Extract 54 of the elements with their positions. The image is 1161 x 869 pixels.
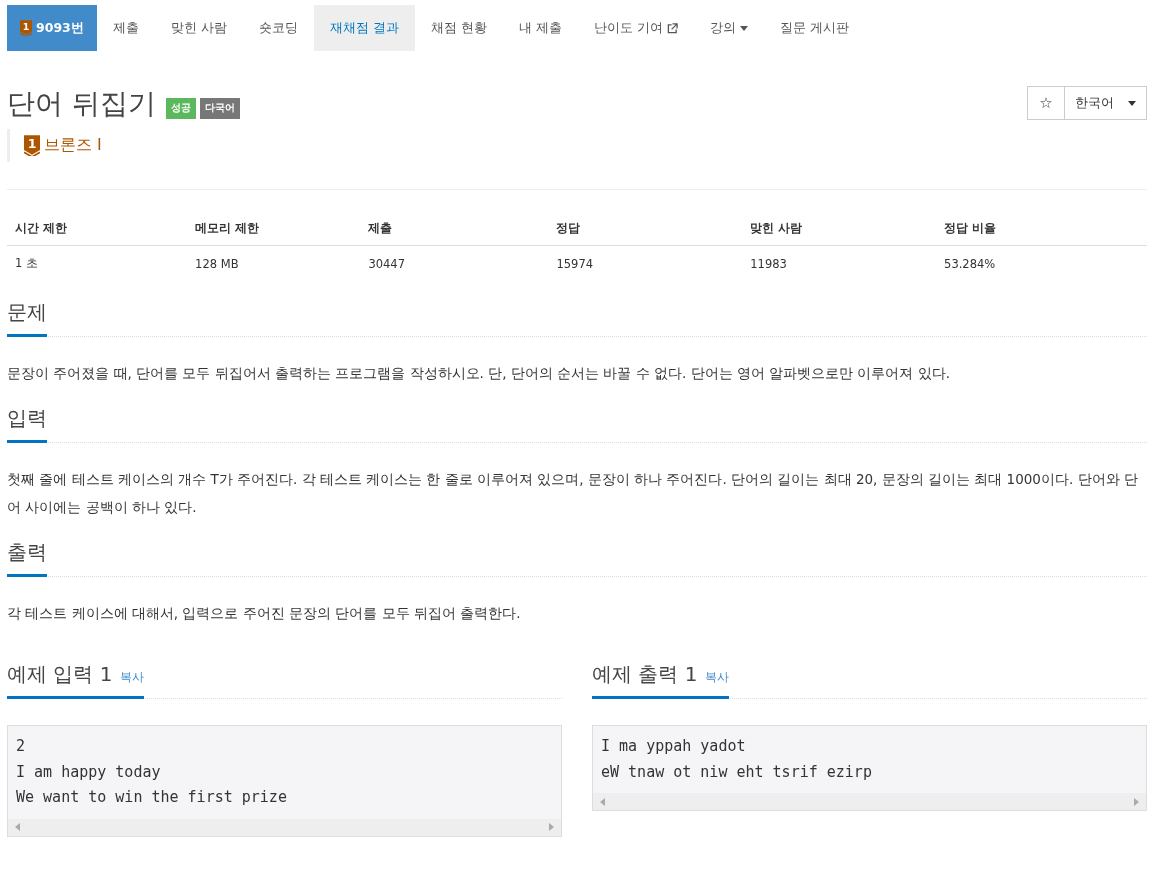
scroll-right-icon[interactable] — [1134, 797, 1140, 806]
section-heading: 출력 — [7, 539, 47, 577]
table-cell: 1 초 — [7, 245, 188, 281]
tier-link[interactable]: 브론즈 I — [44, 135, 102, 156]
nav-tab[interactable]: 맞힌 사람 — [154, 5, 243, 51]
problem-title: 단어 뒤집기 — [7, 86, 156, 122]
nav-tab[interactable]: 재채점 결과 — [313, 5, 415, 51]
scroll-right-icon[interactable] — [549, 823, 555, 831]
caret-icon — [1128, 100, 1136, 106]
copy-link[interactable]: 복사 — [705, 669, 730, 686]
nav-tab[interactable]: 숏코딩 — [242, 5, 314, 51]
table-cell: 53.284% — [936, 245, 1147, 281]
external-link-icon — [666, 22, 678, 34]
copy-link[interactable]: 복사 — [120, 669, 145, 686]
tier-badge-icon: 1 — [24, 135, 40, 156]
nav-tab[interactable]: 질문 게시판 — [763, 5, 865, 51]
code-line: eW tnaw ot niw eht tsrif ezirp — [601, 761, 873, 783]
nav-tab[interactable]: 제출 — [96, 5, 155, 51]
horizontal-scrollbar[interactable] — [8, 818, 561, 836]
nav-tab[interactable]: 강의 — [693, 5, 764, 51]
code-line: I ma yppah yadot — [601, 736, 747, 757]
nav-tab[interactable]: 채점 현황 — [414, 5, 503, 51]
column-header: 시간 제한 — [7, 212, 188, 246]
nav-tab[interactable]: 1 9093번 — [7, 5, 97, 51]
caret-icon — [739, 25, 748, 31]
column-header: 정답 — [548, 212, 743, 246]
section-text: 첫째 줄에 테스트 케이스의 개수 T가 주어진다. 각 테스트 케이스는 한 줄로 이루어져 있으며, 문장이 하나 주어진다. 단어의 길이는 최대 20, 문장의 길이는 최대 1000이다. 단어와 단어 사이에는 공백이 하나 있다. — [7, 470, 1139, 517]
status-label: 다국어 — [199, 97, 240, 119]
column-header: 정답 비율 — [936, 212, 1147, 246]
nav-tab[interactable]: 내 제출 — [502, 5, 578, 51]
code-line: We want to win the first prize — [16, 787, 288, 808]
column-header: 맞힌 사람 — [742, 212, 937, 246]
sample-heading: 예제 입력 1 — [7, 661, 113, 688]
table-cell: 11983 — [742, 245, 937, 281]
section-text: 각 테스트 케이스에 대해서, 입력으로 주어진 문장의 단어를 모두 뒤집어 출력한다. — [7, 604, 522, 623]
code-line: I am happy today — [16, 761, 162, 783]
column-header: 제출 — [360, 212, 549, 246]
column-header: 메모리 제한 — [187, 212, 361, 246]
section-heading: 입력 — [7, 405, 47, 443]
section-heading: 문제 — [7, 299, 47, 337]
sample-heading: 예제 출력 1 — [592, 661, 698, 688]
code-line: 2 — [16, 736, 27, 757]
nav-tab[interactable]: 난이도 기여 — [577, 5, 694, 51]
scroll-left-icon[interactable] — [599, 797, 605, 806]
table-cell: 128 MB — [187, 245, 361, 281]
status-label: 성공 — [165, 97, 196, 119]
table-cell: 30447 — [360, 245, 549, 281]
section-text: 문장이 주어졌을 때, 단어를 모두 뒤집어서 출력하는 프로그램을 작성하시오. 단, 단어의 순서는 바꿀 수 없다. 단어는 영어 알파벳으로만 이루어져 있다. — [7, 364, 951, 383]
scroll-left-icon[interactable] — [14, 823, 20, 831]
favorite-button[interactable]: ☆ — [1027, 86, 1065, 120]
tier-badge-icon: 1 — [20, 20, 32, 36]
table-cell: 15974 — [548, 245, 743, 281]
horizontal-scrollbar[interactable] — [593, 793, 1146, 810]
language-dropdown[interactable]: 한국어 — [1065, 86, 1147, 120]
